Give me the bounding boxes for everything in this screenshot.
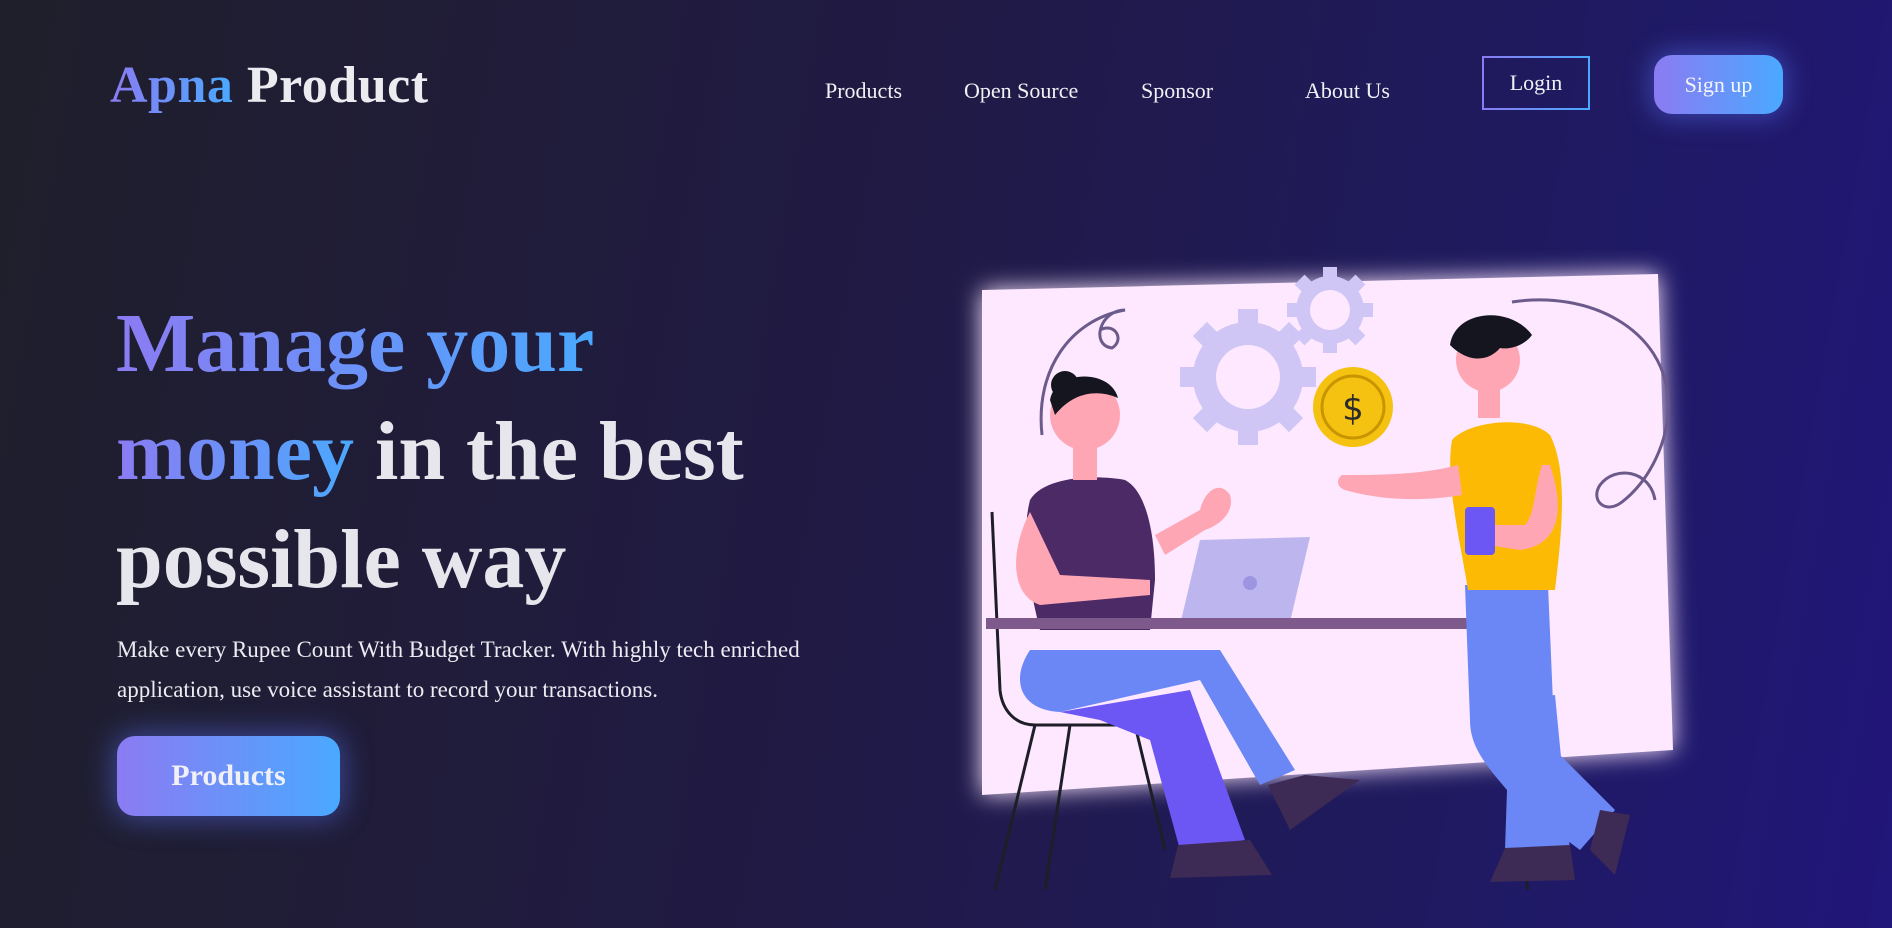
hero-title: Manage your money in the best possible w… xyxy=(116,290,836,614)
coin-symbol: $ xyxy=(1342,389,1364,429)
nav-link-open-source[interactable]: Open Source xyxy=(964,78,1078,104)
gear-large-icon xyxy=(1180,309,1316,445)
nav-link-products[interactable]: Products xyxy=(825,78,902,104)
hero-title-line-2: in the best xyxy=(374,405,744,498)
login-button[interactable]: Login xyxy=(1482,56,1590,110)
coin-icon: $ xyxy=(1313,367,1393,447)
hero-title-accent-2: money xyxy=(116,405,354,498)
hero-illustration: $ xyxy=(982,267,1673,891)
signup-button[interactable]: Sign up xyxy=(1654,55,1783,114)
hero-products-button[interactable]: Products xyxy=(117,736,340,816)
logo-text-main: Product xyxy=(246,57,429,114)
laptop-icon xyxy=(1180,537,1310,625)
nav-link-about-us[interactable]: About Us xyxy=(1305,78,1390,104)
nav-link-sponsor[interactable]: Sponsor xyxy=(1141,78,1213,104)
gear-small-icon xyxy=(1287,267,1373,353)
hero-description: Make every Rupee Count With Budget Track… xyxy=(117,637,800,702)
hero-title-accent-1: Manage your xyxy=(116,297,595,390)
brand-logo[interactable]: Apna Product xyxy=(110,60,429,112)
hero-title-line-3: possible way xyxy=(116,513,567,606)
logo-text-accent: Apna xyxy=(110,57,234,114)
